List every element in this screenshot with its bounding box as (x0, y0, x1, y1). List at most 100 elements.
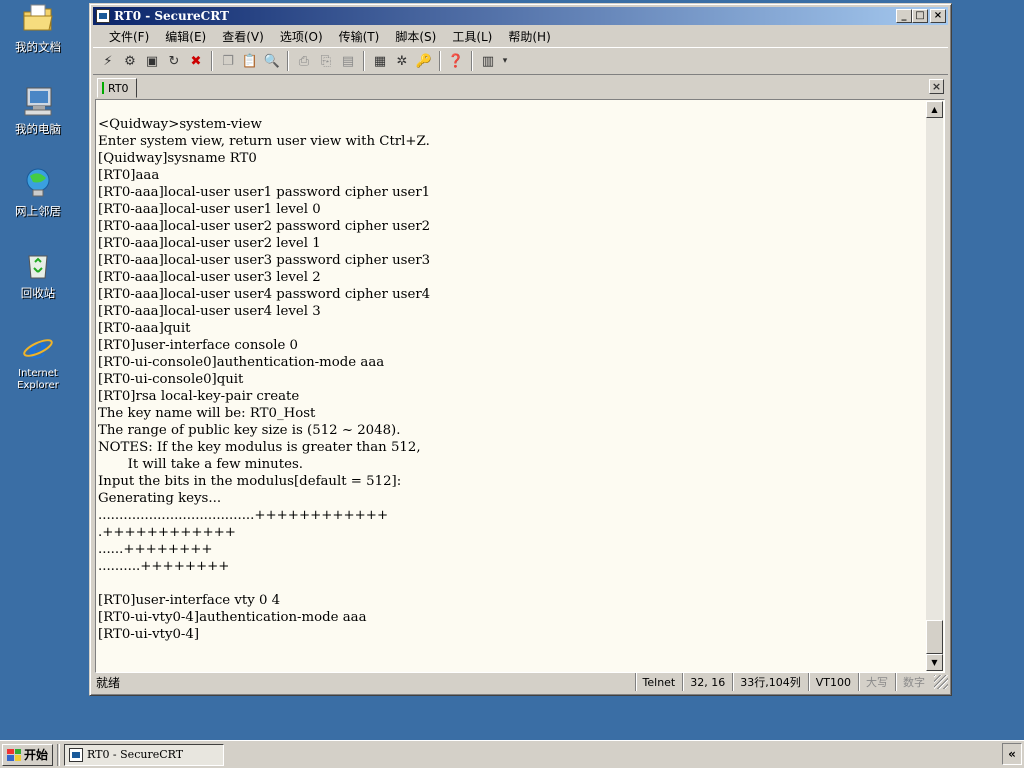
desktop-icon-my-computer[interactable]: 我的电脑 (4, 84, 72, 136)
folder-documents-icon (21, 2, 55, 36)
terminal-line: ......++++++++ (98, 542, 213, 557)
menu-edit[interactable]: 编辑(E) (157, 28, 214, 45)
tray-expand-button[interactable]: « (1002, 743, 1022, 765)
menu-tools[interactable]: 工具(L) (444, 28, 500, 45)
terminal-line: [RT0]rsa local-key-pair create (98, 389, 300, 404)
status-protocol: Telnet (634, 673, 683, 691)
terminal-line: Enter system view, return user view with… (98, 134, 430, 149)
status-caps: 大写 (858, 673, 895, 691)
toolbar-separator (287, 51, 289, 71)
taskbar-separator (57, 743, 61, 766)
terminal-line: [RT0-aaa]local-user user3 password ciphe… (98, 253, 431, 268)
scroll-thumb[interactable] (926, 620, 943, 654)
maximize-button[interactable]: □ (912, 9, 928, 23)
taskbar-button-label: RT0 - SecureCRT (87, 748, 184, 761)
desktop-icon-recycle-bin[interactable]: 回收站 (4, 248, 72, 300)
terminal-area[interactable]: <Quidway>system-view Enter system view, r… (95, 99, 945, 673)
menu-bar: 文件(F) 编辑(E) 查看(V) 选项(O) 传输(T) 脚本(S) 工具(L… (93, 26, 948, 46)
toolbar-separator (363, 51, 365, 71)
status-num: 数字 (895, 673, 932, 691)
status-bar: 就绪 Telnet 32, 16 33行,104列 VT100 大写 数字 (93, 672, 948, 692)
desktop-icon-ie[interactable]: e Internet Explorer (4, 330, 72, 392)
terminal-line: [RT0-aaa]local-user user2 password ciphe… (98, 219, 431, 234)
connect-tab-icon[interactable]: ▣ (142, 51, 162, 71)
securecrt-app-icon (69, 747, 84, 762)
desktop-icon-network[interactable]: 网上邻居 (4, 166, 72, 218)
terminal-line: [Quidway]sysname RT0 (98, 151, 257, 166)
status-size: 33行,104列 (732, 673, 808, 691)
vertical-scrollbar[interactable]: ▲ ▼ (926, 101, 943, 671)
help-icon[interactable]: ❓ (446, 51, 466, 71)
title-bar[interactable]: RT0 - SecureCRT _ □ × (93, 7, 948, 25)
terminal-line: The key name will be: RT0_Host (98, 406, 316, 421)
terminal-line: [RT0-ui-console0]authentication-mode aaa (98, 355, 385, 370)
terminal-line: ..........++++++++ (98, 559, 230, 574)
minimize-button[interactable]: _ (896, 9, 912, 23)
toolbar-separator (211, 51, 213, 71)
windows-logo-icon (7, 748, 21, 761)
quick-connect-icon[interactable]: ⚙ (120, 51, 140, 71)
terminal-line: [RT0]user-interface console 0 (98, 338, 299, 353)
status-text: 就绪 (96, 675, 121, 690)
menu-script[interactable]: 脚本(S) (387, 28, 444, 45)
desktop-icon-label: 我的文档 (15, 40, 61, 54)
toolbar-separator (471, 51, 473, 71)
tab-rt0[interactable]: RT0 (97, 78, 137, 98)
toolbar: ⚡ ⚙ ▣ ↻ ✖ ❐ 📋 🔍 ⎙ ⎘ ▤ ▦ ✲ 🔑 ❓ ▥ ▾ (93, 47, 948, 75)
terminal-line: [RT0]aaa (98, 168, 160, 183)
print-setup-icon[interactable]: ⎘ (316, 51, 336, 71)
menu-help[interactable]: 帮助(H) (500, 28, 558, 45)
terminal-line: [RT0-aaa]quit (98, 321, 191, 336)
terminal-line: Generating keys... (98, 491, 222, 506)
disconnect-icon[interactable]: ✖ (186, 51, 206, 71)
recycle-bin-icon (21, 248, 55, 282)
status-terminal: VT100 (807, 673, 858, 691)
resize-grip-icon[interactable] (934, 675, 948, 689)
print-icon[interactable]: ⎙ (294, 51, 314, 71)
button-bar-icon[interactable]: ▥ (478, 51, 498, 71)
toolbar-separator (439, 51, 441, 71)
menu-file[interactable]: 文件(F) (101, 28, 157, 45)
terminal-output: <Quidway>system-view Enter system view, r… (98, 116, 924, 643)
start-button[interactable]: 开始 (2, 743, 54, 766)
find-icon[interactable]: 🔍 (262, 51, 282, 71)
securecrt-app-icon (96, 9, 110, 23)
terminal-line: [RT0-aaa]local-user user2 level 1 (98, 236, 321, 251)
terminal-line: [RT0-aaa]local-user user4 level 3 (98, 304, 321, 319)
status-cursor: 32, 16 (682, 673, 732, 691)
copy-icon[interactable]: ❐ (218, 51, 238, 71)
tab-close-button[interactable]: × (929, 79, 944, 94)
sftp-icon[interactable]: ✲ (392, 51, 412, 71)
scroll-up-icon[interactable]: ▲ (926, 101, 943, 118)
menu-view[interactable]: 查看(V) (214, 28, 272, 45)
terminal-line: <Quidway>system-view (98, 117, 262, 132)
terminal-line: NOTES: If the key modulus is greater tha… (98, 440, 421, 455)
securecrt-window: RT0 - SecureCRT _ □ × 文件(F) 编辑(E) 查看(V) … (89, 3, 952, 696)
connect-icon[interactable]: ⚡ (98, 51, 118, 71)
session-options-icon[interactable]: ▦ (370, 51, 390, 71)
toolbar-overflow-icon[interactable]: ▾ (500, 51, 510, 71)
start-label: 开始 (24, 748, 49, 762)
computer-icon (21, 84, 55, 118)
terminal-line: [RT0-ui-vty0-4] (98, 627, 200, 642)
menu-options[interactable]: 选项(O) (272, 28, 331, 45)
connected-indicator-icon (102, 82, 104, 94)
desktop-icon-my-documents[interactable]: 我的文档 (4, 2, 72, 54)
desktop-icon-label: 网上邻居 (15, 204, 61, 218)
reconnect-icon[interactable]: ↻ (164, 51, 184, 71)
terminal-line: [RT0-ui-vty0-4]authentication-mode aaa (98, 610, 367, 625)
paste-icon[interactable]: 📋 (240, 51, 260, 71)
terminal-line: [RT0]user-interface vty 0 4 (98, 593, 281, 608)
print-selection-icon[interactable]: ▤ (338, 51, 358, 71)
desktop-icon-label: 回收站 (20, 286, 56, 300)
session-tab-bar: RT0 × (93, 76, 948, 98)
close-button[interactable]: × (930, 9, 946, 23)
scroll-down-icon[interactable]: ▼ (926, 654, 943, 671)
terminal-line: The range of public key size is (512 ~ 2… (98, 423, 401, 438)
menu-transfer[interactable]: 传输(T) (331, 28, 388, 45)
svg-text:e: e (28, 331, 47, 364)
taskbar-button-securecrt[interactable]: RT0 - SecureCRT (64, 743, 225, 766)
tab-label: RT0 (108, 81, 129, 95)
keymap-icon[interactable]: 🔑 (414, 51, 434, 71)
